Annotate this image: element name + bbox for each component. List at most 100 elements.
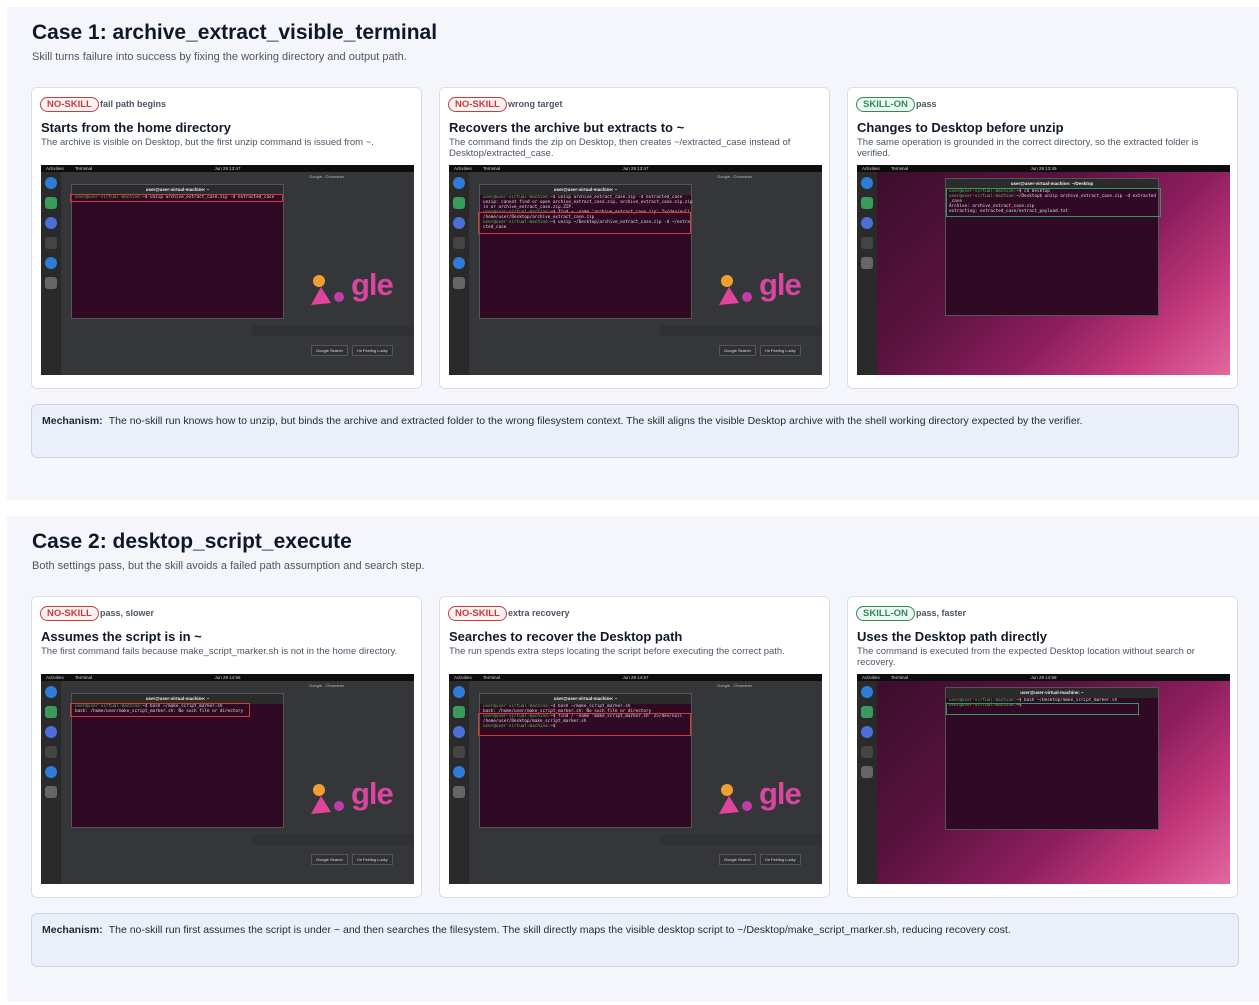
search-bar[interactable] bbox=[251, 325, 414, 336]
mechanism-text: The no-skill run knows how to unzip, but… bbox=[108, 415, 1083, 427]
dock bbox=[857, 681, 877, 884]
terminal-app-label: Terminal bbox=[891, 166, 909, 171]
app-icon bbox=[45, 726, 57, 738]
highlight-box bbox=[946, 703, 1139, 715]
search-buttons: Google Search I'm Feeling Lucky bbox=[311, 854, 397, 865]
case-subtitle: Skill turns failure into success by fixi… bbox=[32, 51, 407, 63]
chromium-icon bbox=[861, 686, 873, 698]
app-icon bbox=[453, 217, 465, 229]
search-bar[interactable] bbox=[659, 325, 822, 336]
terminal-app-label: Terminal bbox=[891, 675, 909, 680]
chromium-icon bbox=[453, 686, 465, 698]
terminal-app-label: Terminal bbox=[483, 675, 501, 680]
no-skill-badge: NO-SKILL bbox=[40, 606, 99, 621]
dock bbox=[857, 172, 877, 375]
search-bar[interactable] bbox=[659, 834, 822, 845]
card-title: Changes to Desktop before unzip bbox=[857, 120, 1064, 135]
dock bbox=[41, 681, 61, 884]
google-logo-partial: gle bbox=[351, 267, 394, 302]
badge-note: wrong target bbox=[508, 99, 563, 109]
highlight-box bbox=[70, 703, 250, 717]
mechanism-box: Mechanism: The no-skill run knows how to … bbox=[31, 404, 1239, 458]
terminal-icon bbox=[453, 746, 465, 758]
card-title: Starts from the home directory bbox=[41, 120, 231, 135]
trash-icon bbox=[45, 277, 57, 289]
terminal-app-label: Terminal bbox=[75, 166, 93, 171]
case-2-card-no-skill-1: NO-SKILL pass, slower Assumes the script… bbox=[31, 596, 422, 898]
app-icon bbox=[453, 726, 465, 738]
vim-icon bbox=[453, 197, 465, 209]
card-description: The same operation is grounded in the co… bbox=[857, 137, 1199, 159]
desktop-screenshot: Activities Terminal Jun 29 13:47 Google … bbox=[449, 165, 822, 375]
activities-label: Activities bbox=[862, 675, 880, 680]
chromium-icon bbox=[453, 177, 465, 189]
clock: Jun 29 13:49 bbox=[1030, 166, 1057, 171]
desktop-screenshot: Activities Terminal Jun 29 14:58 user@us… bbox=[857, 674, 1230, 884]
card-description: The command finds the zip on Desktop, th… bbox=[449, 137, 791, 159]
card-description: The command is executed from the expecte… bbox=[857, 646, 1195, 668]
terminal-icon bbox=[861, 746, 873, 758]
mechanism-label: Mechanism: bbox=[42, 924, 103, 936]
card-title: Recovers the archive but extracts to ~ bbox=[449, 120, 685, 135]
gnome-top-bar: Activities Terminal Jun 29 13:47 bbox=[449, 165, 822, 172]
trash-icon bbox=[453, 786, 465, 798]
no-skill-badge: NO-SKILL bbox=[448, 97, 507, 112]
case-title: Case 2: desktop_script_execute bbox=[32, 530, 352, 553]
feeling-lucky-button[interactable]: I'm Feeling Lucky bbox=[759, 854, 801, 865]
feeling-lucky-button[interactable]: I'm Feeling Lucky bbox=[351, 854, 393, 865]
browser-icon bbox=[45, 766, 57, 778]
terminal-window[interactable]: user@user-virtual-machine: ~ user@user-v… bbox=[479, 184, 693, 319]
gnome-top-bar: Activities Terminal Jun 29 14:56 bbox=[41, 674, 414, 681]
google-search-button[interactable]: Google Search bbox=[311, 345, 348, 356]
clock: Jun 29 13:47 bbox=[214, 166, 241, 171]
google-search-button[interactable]: Google Search bbox=[719, 345, 756, 356]
card-description: The archive is visible on Desktop, but t… bbox=[41, 137, 374, 148]
badge-note: pass, faster bbox=[916, 608, 967, 618]
trash-icon bbox=[453, 277, 465, 289]
google-search-button[interactable]: Google Search bbox=[311, 854, 348, 865]
mechanism-box: Mechanism: The no-skill run first assumes… bbox=[31, 913, 1239, 967]
no-skill-badge: NO-SKILL bbox=[40, 97, 99, 112]
search-buttons: Google Search I'm Feeling Lucky bbox=[719, 345, 805, 356]
terminal-title: user@user-virtual-machine: ~ bbox=[480, 185, 691, 195]
dock bbox=[41, 172, 61, 375]
mechanism-label: Mechanism: bbox=[42, 415, 103, 427]
terminal-app-label: Terminal bbox=[483, 166, 501, 171]
google-search-button[interactable]: Google Search bbox=[719, 854, 756, 865]
case-subtitle: Both settings pass, but the skill avoids… bbox=[32, 560, 425, 572]
terminal-icon bbox=[45, 746, 57, 758]
vim-icon bbox=[45, 706, 57, 718]
no-skill-badge: NO-SKILL bbox=[448, 606, 507, 621]
case-title: Case 1: archive_extract_visible_terminal bbox=[32, 21, 438, 44]
doodle-icon bbox=[719, 275, 752, 305]
vim-icon bbox=[861, 197, 873, 209]
activities-label: Activities bbox=[46, 166, 64, 171]
desktop-screenshot: Activities Terminal Jun 29 14:57 Google … bbox=[449, 674, 822, 884]
chromium-title: Google - Chromium bbox=[309, 683, 344, 688]
clock: Jun 29 13:47 bbox=[622, 166, 649, 171]
case-2-card-no-skill-2: NO-SKILL extra recovery Searches to reco… bbox=[439, 596, 830, 898]
highlight-box bbox=[478, 713, 691, 736]
chromium-title: Google - Chromium bbox=[717, 683, 752, 688]
badge-note: pass, slower bbox=[100, 608, 155, 618]
case-2-section: Case 2: desktop_script_execute Both sett… bbox=[7, 516, 1259, 1002]
terminal-icon bbox=[861, 237, 873, 249]
chromium-icon bbox=[45, 177, 57, 189]
highlight-box bbox=[478, 212, 691, 234]
terminal-title: user@user-virtual-machine: ~ bbox=[480, 694, 691, 704]
app-icon bbox=[45, 217, 57, 229]
feeling-lucky-button[interactable]: I'm Feeling Lucky bbox=[351, 345, 393, 356]
gnome-top-bar: Activities Terminal Jun 29 13:49 bbox=[857, 165, 1230, 172]
terminal-window[interactable]: user@user-virtual-machine: ~ user@user-v… bbox=[71, 184, 284, 319]
card-description: The first command fails because make_scr… bbox=[41, 646, 398, 657]
doodle-icon bbox=[719, 784, 752, 814]
skill-on-badge: SKILL-ON bbox=[856, 606, 915, 621]
feeling-lucky-button[interactable]: I'm Feeling Lucky bbox=[759, 345, 801, 356]
gnome-top-bar: Activities Terminal Jun 29 14:58 bbox=[857, 674, 1230, 681]
trash-icon bbox=[861, 257, 873, 269]
trash-icon bbox=[861, 766, 873, 778]
search-bar[interactable] bbox=[251, 834, 414, 845]
highlight-box bbox=[70, 194, 283, 202]
vim-icon bbox=[453, 706, 465, 718]
case-1-card-skill-on: SKILL-ON pass Changes to Desktop before … bbox=[847, 87, 1238, 389]
